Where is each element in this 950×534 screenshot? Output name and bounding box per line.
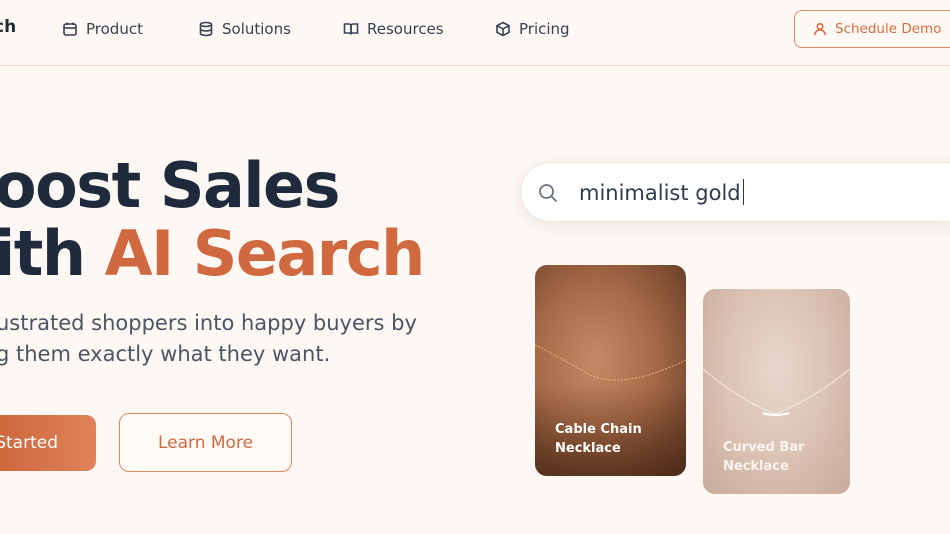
database-icon [199, 21, 213, 37]
hero-title-line2-plain: ith [0, 217, 105, 290]
search-bar[interactable]: minimalist gold [520, 162, 950, 222]
hero-subtitle-line2: g them exactly what they want. [0, 342, 331, 366]
hero-title: oost Sales ith AI Search [0, 149, 426, 290]
search-input[interactable]: minimalist gold [579, 179, 745, 205]
nav-item-label: Solutions [222, 20, 291, 38]
user-icon [814, 22, 826, 36]
nav-item-solutions[interactable]: Solutions [198, 18, 291, 40]
product-name: Cable Chain Necklace [555, 422, 642, 456]
get-started-button[interactable]: Started [0, 415, 96, 471]
hero-subtitle-line1: ustrated shoppers into happy buyers by [0, 311, 417, 335]
nav-item-pricing[interactable]: Pricing [495, 18, 570, 40]
schedule-demo-button[interactable]: Schedule Demo [794, 10, 950, 48]
text-caret [742, 179, 745, 205]
hero-title-line2-accent: AI Search [104, 217, 426, 290]
nav-item-label: Resources [367, 20, 444, 38]
schedule-demo-label: Schedule Demo [835, 21, 942, 37]
product-card[interactable]: Cable Chain Necklace [535, 265, 686, 476]
hero-subtitle: ustrated shoppers into happy buyers by g… [0, 308, 466, 370]
product-card[interactable]: Curved Bar Necklace [703, 289, 850, 494]
learn-more-button[interactable]: Learn More [119, 413, 292, 472]
nav-item-label: Pricing [519, 20, 570, 38]
cube-icon [496, 21, 510, 37]
nav-item-product[interactable]: Product [62, 18, 143, 40]
product-name: Curved Bar Necklace [723, 440, 805, 474]
calendar-icon [63, 22, 77, 36]
brand-logo[interactable]: ch [0, 17, 16, 37]
book-icon [343, 23, 359, 35]
search-icon [539, 184, 558, 203]
nav-item-label: Product [86, 20, 143, 38]
search-query-text: minimalist gold [579, 181, 741, 205]
top-nav: ch Product Solutions Resources Pricing S… [0, 0, 950, 66]
nav-item-resources[interactable]: Resources [343, 18, 444, 40]
hero-title-line1: oost Sales [0, 149, 341, 222]
